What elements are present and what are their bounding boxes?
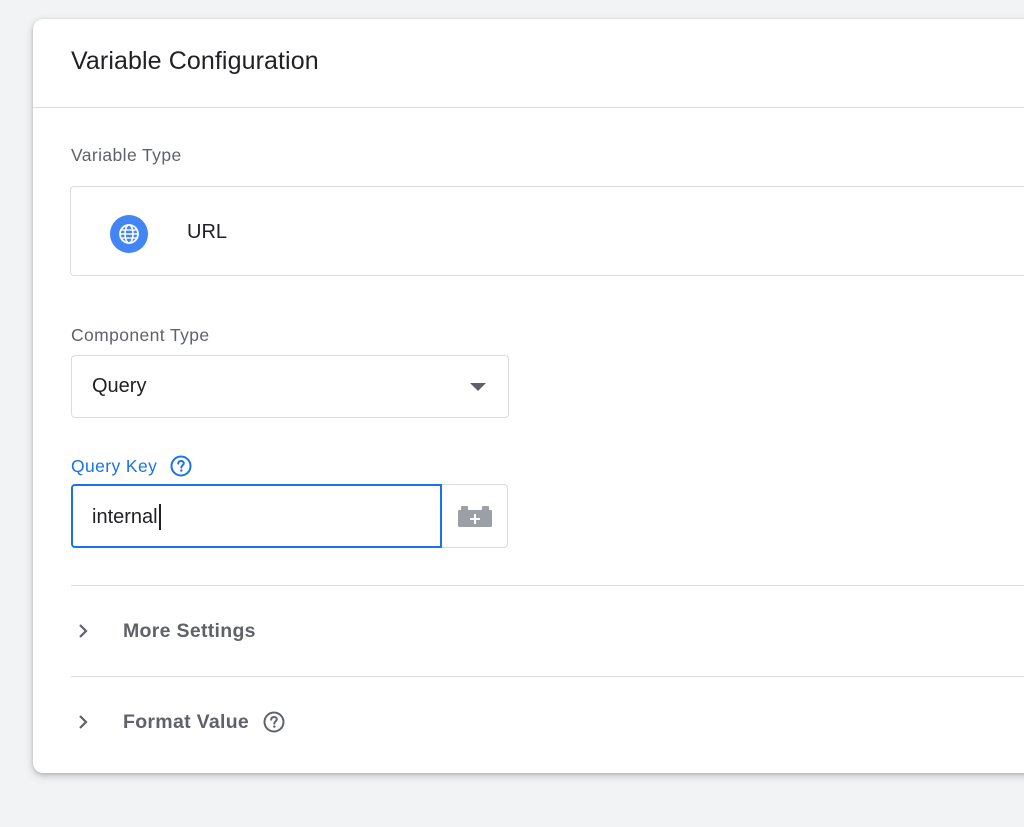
card-header: Variable Configuration: [33, 19, 1024, 108]
text-cursor: [158, 504, 161, 530]
query-key-input[interactable]: internal: [71, 484, 442, 548]
dropdown-arrow-icon: [470, 383, 486, 391]
help-icon[interactable]: [170, 455, 192, 477]
divider: [71, 676, 1024, 677]
more-settings-expander[interactable]: More Settings: [71, 611, 256, 651]
insert-variable-button[interactable]: [442, 484, 508, 548]
help-icon[interactable]: [263, 711, 285, 733]
variable-type-value: URL: [187, 221, 228, 243]
globe-icon: [110, 215, 148, 253]
chevron-right-icon: [71, 710, 95, 734]
variable-type-label: Variable Type: [71, 145, 182, 165]
component-type-selected: Query: [92, 375, 147, 397]
query-key-label: Query Key: [71, 455, 158, 476]
more-settings-label: More Settings: [123, 619, 256, 642]
query-key-value: internal: [92, 505, 158, 528]
variable-configuration-card: Variable Configuration Variable Type URL…: [33, 19, 1024, 773]
divider: [71, 585, 1024, 586]
chevron-right-icon: [71, 619, 95, 643]
format-value-expander[interactable]: Format Value: [71, 702, 285, 742]
query-key-input-text: internal: [92, 504, 161, 530]
component-type-dropdown[interactable]: Query: [71, 355, 509, 418]
variable-type-selector[interactable]: URL: [70, 186, 1024, 276]
variable-brick-icon: [457, 506, 492, 527]
card-title: Variable Configuration: [71, 47, 319, 75]
component-type-label: Component Type: [71, 325, 210, 345]
query-key-label-row: Query Key: [71, 455, 192, 477]
format-value-label: Format Value: [123, 710, 250, 733]
